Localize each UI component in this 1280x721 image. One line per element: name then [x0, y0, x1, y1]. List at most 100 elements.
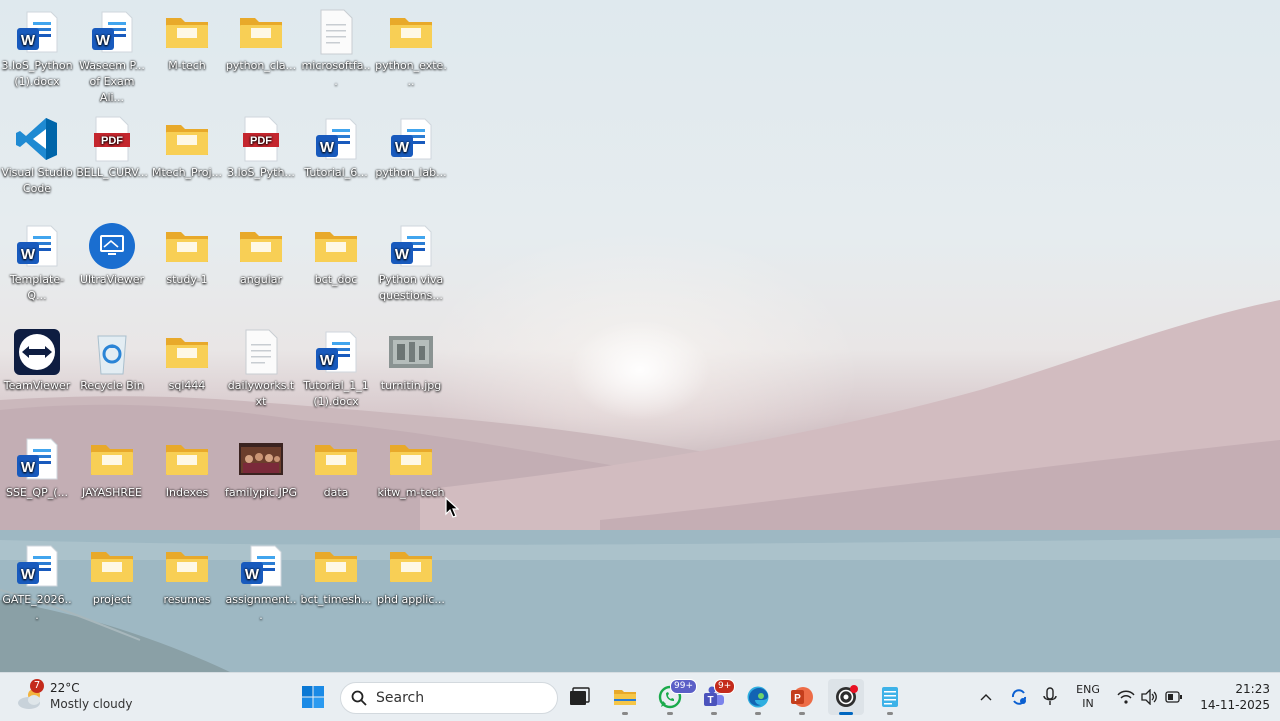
word-icon: W: [312, 115, 360, 163]
desktop-icon[interactable]: PDF 3.IoS_Pyth...: [224, 111, 298, 181]
desktop-icon[interactable]: Mtech_Proj...: [150, 111, 224, 181]
running-indicator: [711, 712, 717, 715]
desktop-icon[interactable]: bct_doc: [299, 218, 373, 288]
svg-text:W: W: [21, 566, 36, 583]
sync-icon[interactable]: [1009, 687, 1029, 707]
desktop-icon-label: project: [92, 593, 132, 606]
desktop-icon[interactable]: python_cla...: [224, 4, 298, 74]
volume-icon[interactable]: [1141, 689, 1159, 705]
desktop-icon[interactable]: Visual Studio Code: [0, 111, 74, 197]
edge-icon: [747, 686, 769, 708]
start-button[interactable]: [295, 679, 331, 715]
desktop-icon-label: GATE_2026...: [2, 593, 72, 622]
battery-icon[interactable]: [1165, 690, 1183, 704]
desktop-icon[interactable]: dailyworks.txt: [224, 324, 298, 410]
svg-text:W: W: [395, 139, 410, 156]
desktop-icon[interactable]: UltraViewer: [75, 218, 149, 288]
folder-icon: [387, 435, 435, 483]
desktop-icon[interactable]: microsoftfa...: [299, 4, 373, 90]
desktop-icon[interactable]: W Tutorial_1_1 (1).docx: [299, 324, 373, 410]
folder-icon: [88, 542, 136, 590]
desktop-icon[interactable]: turnitin.jpg: [374, 324, 448, 394]
word-icon: W: [13, 435, 61, 483]
desktop-icon-label: study-1: [166, 273, 208, 286]
desktop-icon[interactable]: Recycle Bin: [75, 324, 149, 394]
desktop-icon[interactable]: W Tutorial_6...: [299, 111, 373, 181]
desktop-icon[interactable]: Wassignment...: [224, 538, 298, 624]
desktop-icon-label: turnitin.jpg: [380, 379, 442, 392]
folder-icon: [163, 8, 211, 56]
folder-icon: [163, 435, 211, 483]
desktop-icon[interactable]: JAYASHREE: [75, 431, 149, 501]
folder-icon: [614, 690, 636, 705]
desktop-icon[interactable]: W Python viva questions...: [374, 218, 448, 304]
pdf-icon: PDF: [237, 115, 285, 163]
desktop-icon[interactable]: data: [299, 431, 373, 501]
microphone-icon[interactable]: [1042, 686, 1058, 708]
language-code: ENG: [1076, 683, 1100, 696]
taskbar-notepad[interactable]: [872, 679, 908, 715]
system-clock[interactable]: 21:23 14-11-2025: [1190, 681, 1270, 713]
language-indicator[interactable]: ENG IN: [1072, 683, 1104, 711]
desktop-icon-label: familypic.JPG: [225, 486, 297, 499]
desktop-icon[interactable]: PDF BELL_CURV...: [75, 111, 149, 181]
svg-text:W: W: [320, 352, 335, 369]
desktop-icon-label: bct_doc: [314, 273, 358, 286]
desktop-icon[interactable]: phd applic...: [374, 538, 448, 608]
taskbar-teams[interactable]: T 9+: [696, 679, 736, 715]
clock-time: 21:23: [1235, 682, 1270, 696]
desktop-icon[interactable]: bct_timesh...: [299, 538, 373, 608]
desktop-icon[interactable]: Wpython_lab...: [374, 111, 448, 181]
desktop-icon[interactable]: M-tech: [150, 4, 224, 74]
taskbar-obs[interactable]: [828, 679, 864, 715]
desktop-icon[interactable]: project: [75, 538, 149, 608]
desktop-icon[interactable]: W Template-Q...: [0, 218, 74, 304]
desktop-icon[interactable]: W GATE_2026...: [0, 538, 74, 624]
search-placeholder: Search: [376, 690, 425, 706]
folder-icon: [312, 222, 360, 270]
folder-icon: [163, 328, 211, 376]
running-indicator: [839, 712, 853, 715]
taskbar: 7 22°C Mostly cloudy Search 99+ T 9+ P E…: [0, 672, 1280, 721]
wifi-icon[interactable]: [1117, 689, 1135, 705]
desktop-icon[interactable]: resumes: [150, 538, 224, 608]
desktop-icon[interactable]: W SSE_QP_(...: [0, 431, 74, 501]
photo-icon: [237, 435, 285, 483]
desktop-icon[interactable]: kitw_m-tech: [374, 431, 448, 501]
desktop-icon[interactable]: W Waseem P... of Exam Ali...: [75, 4, 149, 106]
word-icon: W: [387, 222, 435, 270]
task-view-button[interactable]: [561, 679, 597, 715]
desktop-icon-label: Recycle Bin: [80, 379, 144, 392]
desktop-icon[interactable]: TeamViewer: [0, 324, 74, 394]
running-indicator: [799, 712, 805, 715]
taskbar-edge[interactable]: [740, 679, 776, 715]
desktop-icon[interactable]: W 3.IoS_Python (1).docx: [0, 4, 74, 90]
weather-condition: Mostly cloudy: [50, 697, 133, 711]
desktop-icon[interactable]: python_exte...: [374, 4, 448, 90]
desktop-icon-label: BELL_CURV...: [76, 166, 148, 179]
word-icon: W: [387, 115, 435, 163]
svg-text:W: W: [320, 139, 335, 156]
taskbar-file-explorer[interactable]: [607, 679, 643, 715]
desktop-icon[interactable]: familypic.JPG: [224, 431, 298, 501]
svg-text:W: W: [395, 246, 410, 263]
folder-icon: [312, 542, 360, 590]
notification-badge: 9+: [714, 679, 736, 694]
folder-icon: [387, 542, 435, 590]
weather-widget[interactable]: 7 22°C Mostly cloudy: [12, 679, 162, 715]
desktop-icon-label: M-tech: [168, 59, 206, 72]
desktop-icon-label: python_cla...: [225, 59, 297, 72]
desktop-icon[interactable]: study-1: [150, 218, 224, 288]
desktop-icon[interactable]: angular: [224, 218, 298, 288]
word-icon: W: [13, 222, 61, 270]
desktop-icon[interactable]: sql444: [150, 324, 224, 394]
taskbar-search-box[interactable]: Search: [340, 682, 558, 714]
chevron-up-icon[interactable]: [978, 689, 994, 705]
svg-text:W: W: [21, 459, 36, 476]
word-icon: W: [88, 8, 136, 56]
desktop-icon[interactable]: Indexes: [150, 431, 224, 501]
svg-text:W: W: [21, 246, 36, 263]
taskbar-whatsapp[interactable]: 99+: [652, 679, 697, 715]
taskbar-powerpoint[interactable]: P: [784, 679, 820, 715]
notepad-icon: [882, 687, 898, 707]
